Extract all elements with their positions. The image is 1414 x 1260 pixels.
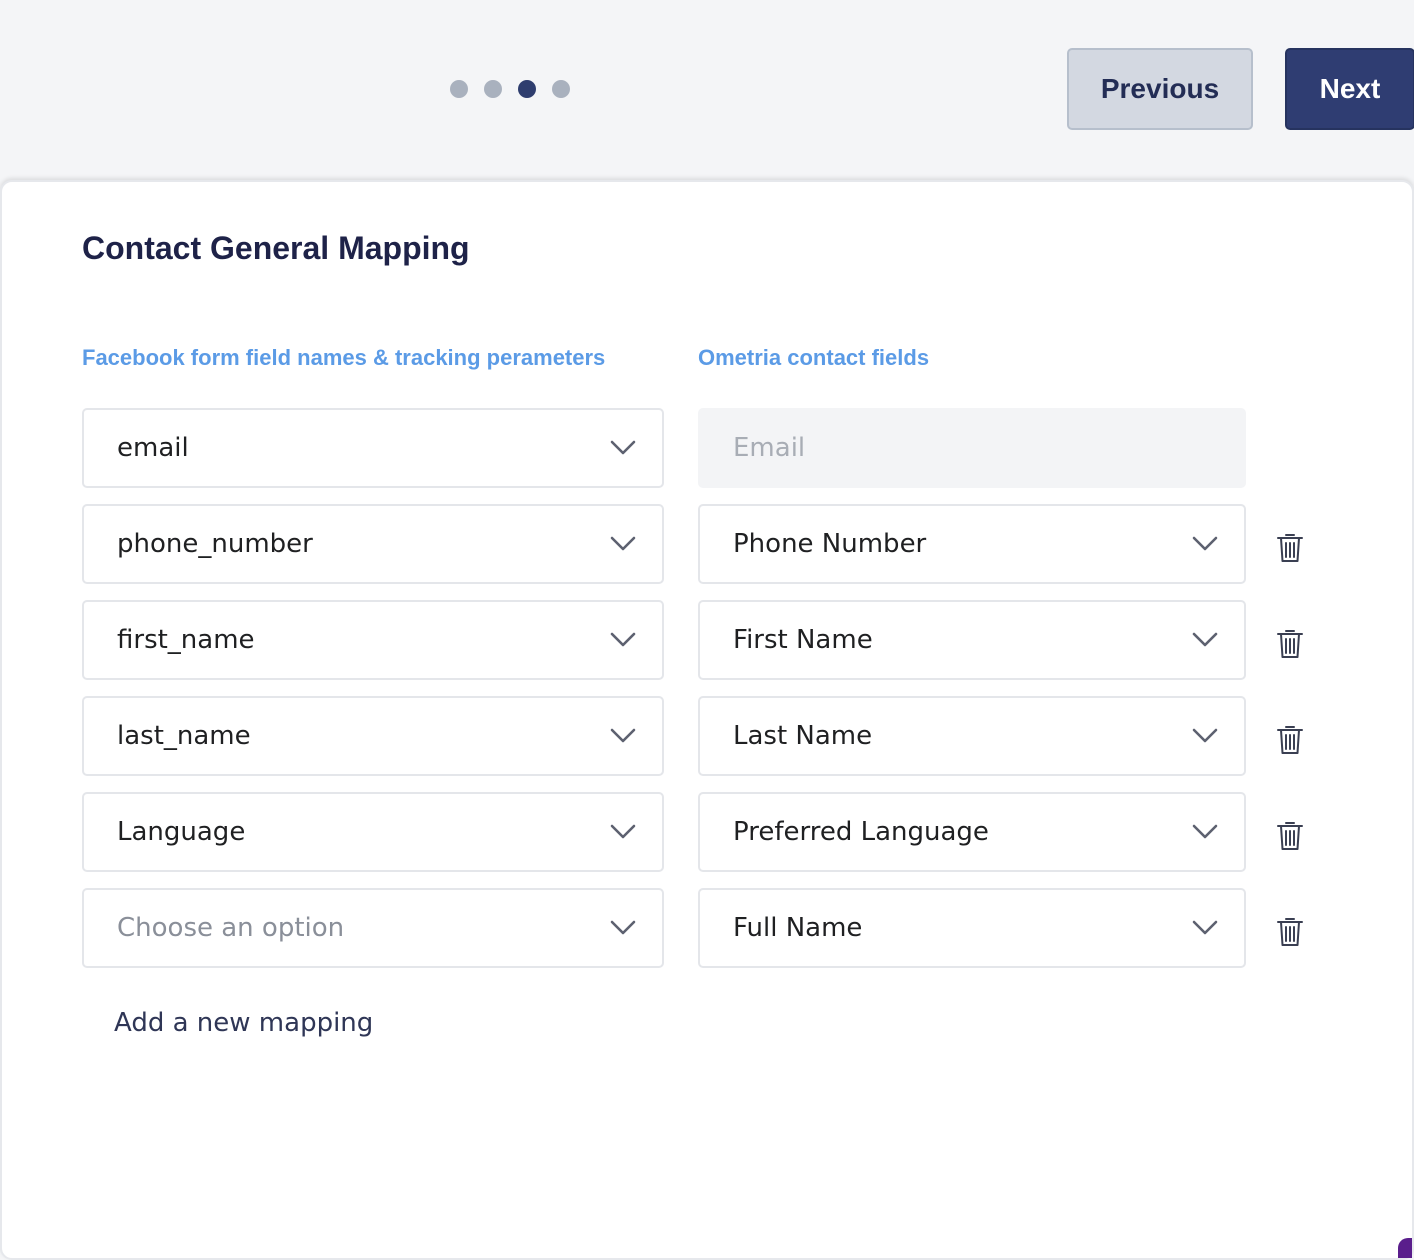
chevron-down-icon bbox=[1192, 632, 1218, 647]
step-dot-1 bbox=[450, 80, 468, 98]
target-field-select[interactable]: Phone Number bbox=[698, 504, 1246, 584]
target-field-value: Full Name bbox=[733, 913, 863, 943]
target-field-value: First Name bbox=[733, 625, 873, 655]
target-field-select[interactable]: Full Name bbox=[698, 888, 1246, 968]
target-field-value: Last Name bbox=[733, 721, 873, 751]
chevron-down-icon bbox=[1192, 728, 1218, 743]
chevron-down-icon bbox=[610, 632, 636, 647]
source-column-header: Facebook form field names & tracking per… bbox=[82, 345, 606, 370]
chevron-down-icon bbox=[1192, 824, 1218, 839]
source-field-value: first_name bbox=[117, 625, 255, 655]
source-field-select[interactable]: email bbox=[82, 408, 664, 488]
target-column-header: Ometria contact fields bbox=[698, 345, 930, 370]
source-field-value: Language bbox=[117, 817, 246, 847]
target-field-select[interactable]: Last Name bbox=[698, 696, 1246, 776]
trash-icon[interactable] bbox=[1276, 916, 1304, 948]
chevron-down-icon bbox=[610, 440, 636, 455]
trash-icon[interactable] bbox=[1276, 820, 1304, 852]
step-dot-4 bbox=[552, 80, 570, 98]
trash-icon[interactable] bbox=[1276, 532, 1304, 564]
source-field-select[interactable]: last_name bbox=[82, 696, 664, 776]
source-field-select[interactable]: Language bbox=[82, 792, 664, 872]
target-field-value: Email bbox=[733, 433, 806, 463]
target-field-select[interactable]: First Name bbox=[698, 600, 1246, 680]
source-field-select[interactable]: Choose an option bbox=[82, 888, 664, 968]
source-field-placeholder: Choose an option bbox=[117, 913, 345, 943]
source-field-value: phone_number bbox=[117, 529, 313, 559]
source-field-value: last_name bbox=[117, 721, 251, 751]
chevron-down-icon bbox=[610, 728, 636, 743]
chevron-down-icon bbox=[1192, 920, 1218, 935]
source-field-value: email bbox=[117, 433, 189, 463]
wizard-header: Previous Next bbox=[0, 0, 1414, 180]
step-dot-2 bbox=[484, 80, 502, 98]
chevron-down-icon bbox=[610, 920, 636, 935]
trash-icon[interactable] bbox=[1276, 724, 1304, 756]
mapping-card: Contact General Mapping Facebook form fi… bbox=[0, 180, 1414, 1260]
target-field-locked: Email bbox=[698, 408, 1246, 488]
chevron-down-icon bbox=[610, 536, 636, 551]
source-field-select[interactable]: first_name bbox=[82, 600, 664, 680]
card-title: Contact General Mapping bbox=[82, 230, 470, 266]
chevron-down-icon bbox=[610, 824, 636, 839]
step-dot-3-current bbox=[518, 80, 536, 98]
source-field-select[interactable]: phone_number bbox=[82, 504, 664, 584]
target-field-select[interactable]: Preferred Language bbox=[698, 792, 1246, 872]
target-field-value: Phone Number bbox=[733, 529, 927, 559]
add-mapping-link[interactable]: Add a new mapping bbox=[114, 1008, 373, 1038]
chevron-down-icon bbox=[1192, 536, 1218, 551]
corner-accent bbox=[1398, 1238, 1412, 1258]
previous-button[interactable]: Previous bbox=[1067, 48, 1253, 130]
next-button[interactable]: Next bbox=[1285, 48, 1414, 130]
step-indicator bbox=[450, 80, 570, 98]
target-field-value: Preferred Language bbox=[733, 817, 989, 847]
trash-icon[interactable] bbox=[1276, 628, 1304, 660]
